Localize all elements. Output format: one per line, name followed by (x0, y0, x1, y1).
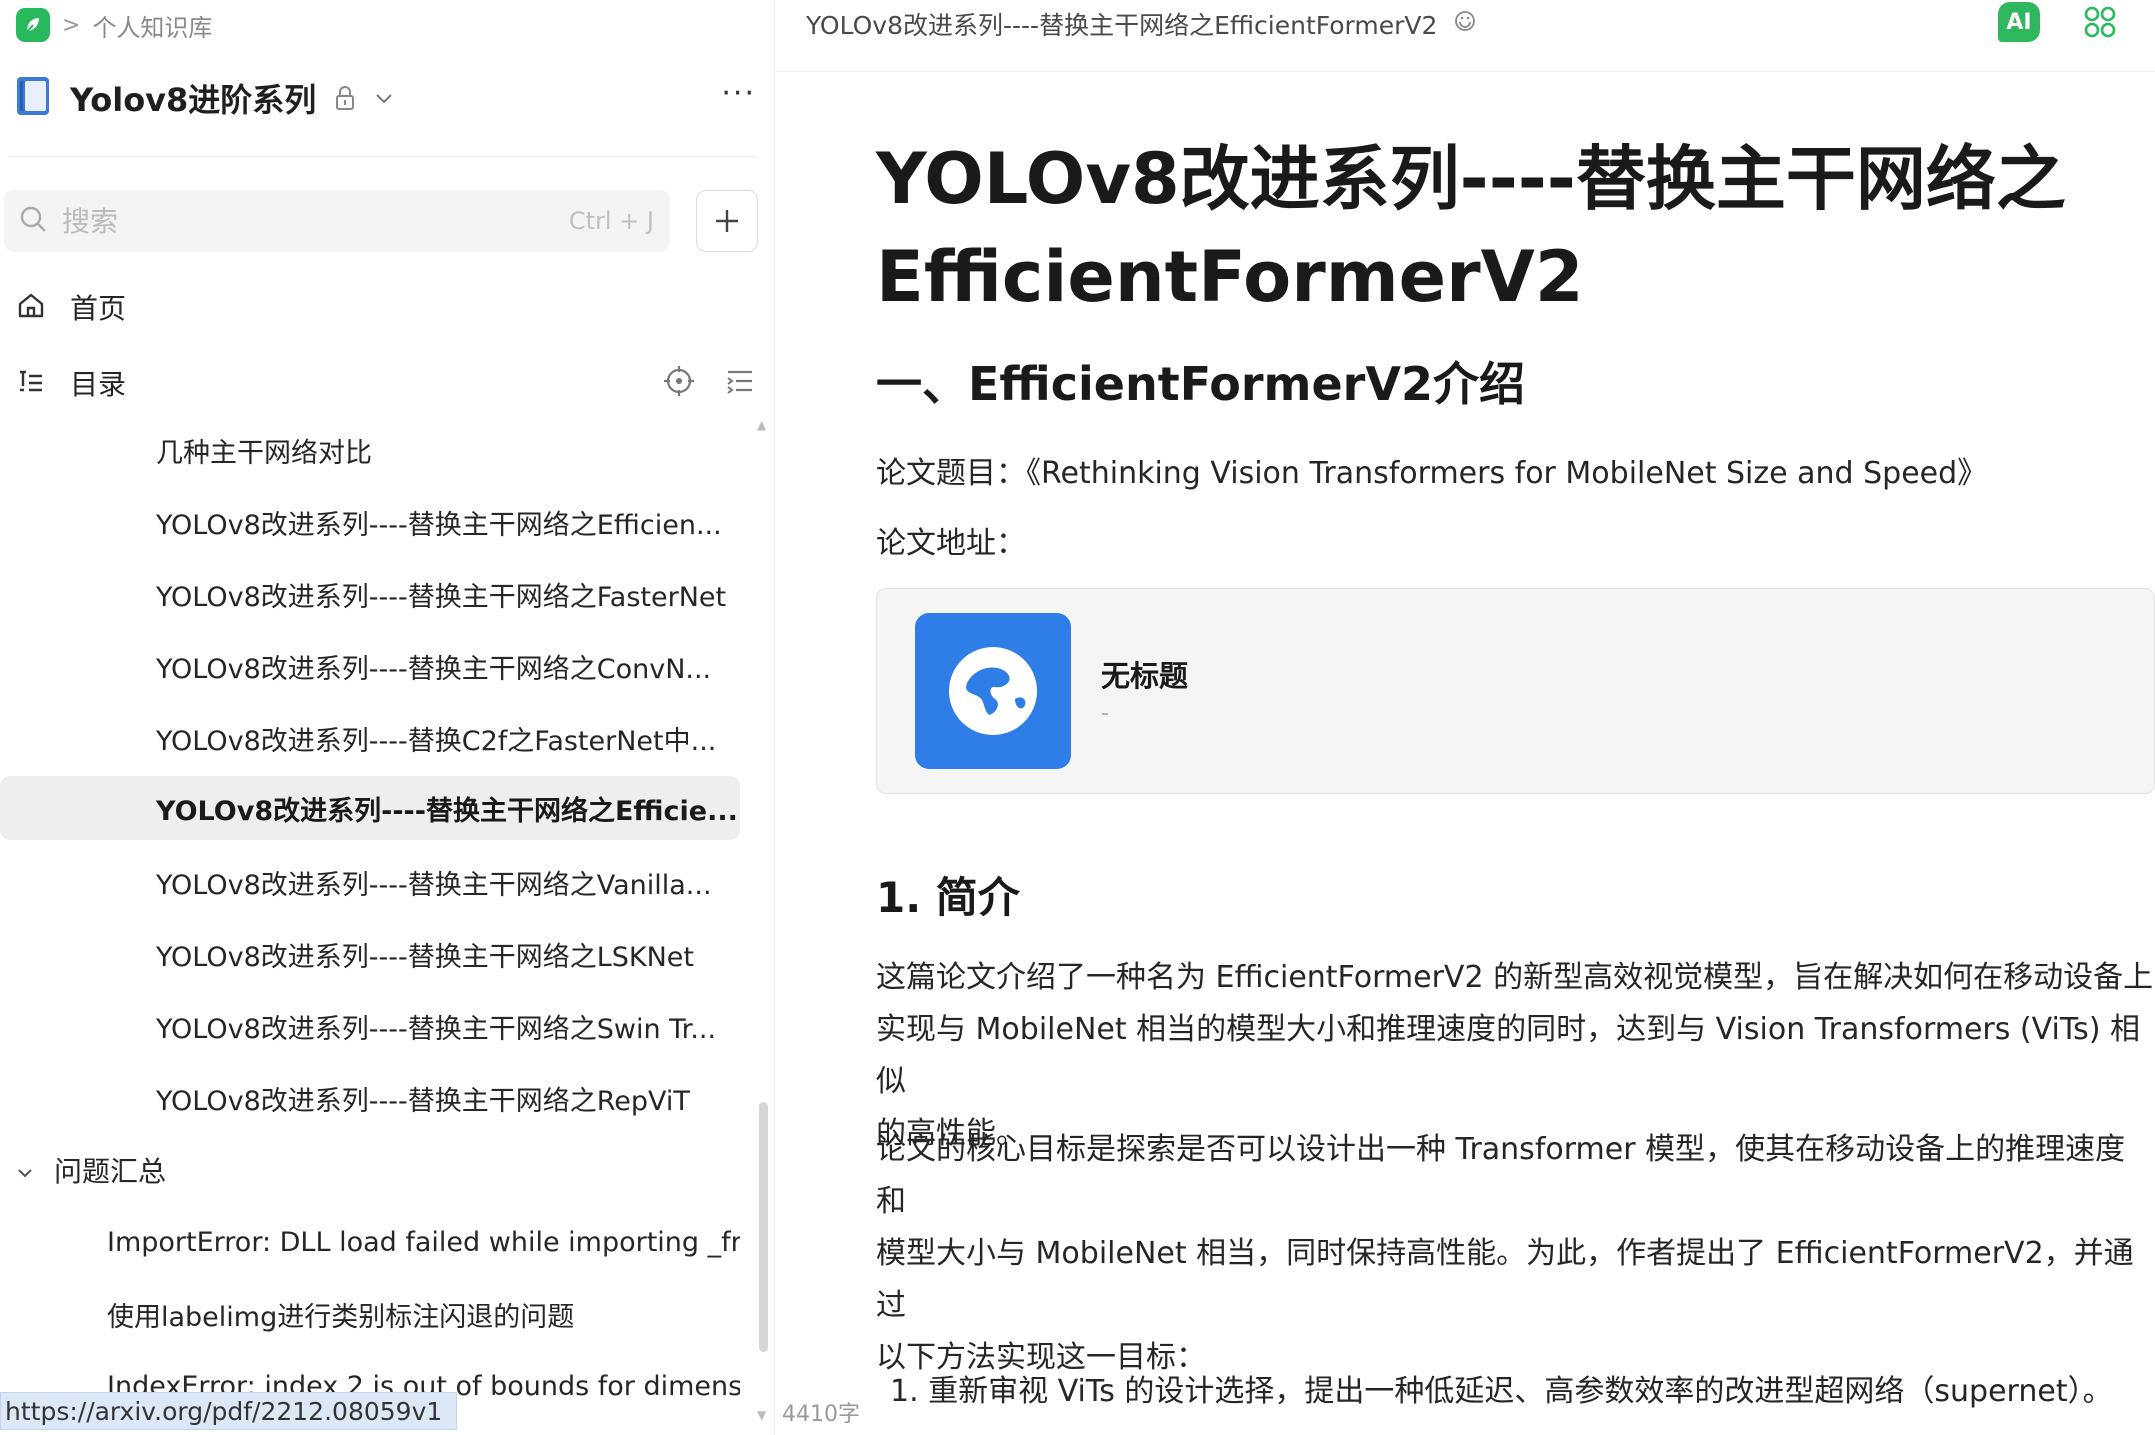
paper-address-label: 论文地址： (876, 526, 1026, 561)
doc-title: YOLOv8改进系列----替换主干网络之 EfficientFormerV2 (876, 130, 2155, 326)
apps-grid-icon[interactable] (2082, 4, 2118, 44)
outline-collapse-icon[interactable] (724, 365, 756, 401)
paragraph-2: 论文的核心目标是探索是否可以设计出一种 Transformer 模型，使其在移动… (876, 1124, 2155, 1384)
search-shortcut: Ctrl + J (568, 207, 654, 235)
toc-item[interactable]: YOLOv8改进系列----替换主干网络之RepViT (0, 1066, 740, 1130)
paragraph-2-line: 模型大小与 MobileNet 相当，同时保持高性能。为此，作者提出了 Effi… (876, 1236, 2134, 1323)
toc-item[interactable]: YOLOv8改进系列----替换主干网络之LSKNet (0, 922, 740, 986)
doc-path-title[interactable]: YOLOv8改进系列----替换主干网络之EfficientFormerV2 (806, 6, 1437, 42)
toc-item-active[interactable]: YOLOv8改进系列----替换主干网络之Efficie... (0, 776, 740, 840)
toc-item[interactable]: YOLOv8改进系列----替换主干网络之Swin Tr... (0, 994, 740, 1058)
toc-item[interactable]: YOLOv8改进系列----替换主干网络之ConvN... (0, 634, 740, 698)
locate-icon[interactable] (662, 364, 696, 402)
paragraph-1-line: 这篇论文介绍了一种名为 EfficientFormerV2 的新型高效视觉模型，… (876, 960, 2154, 995)
link-card-title: 无标题 (1101, 659, 1189, 693)
doc-topbar: YOLOv8改进系列----替换主干网络之EfficientFormerV2 A… (776, 0, 2155, 72)
link-card[interactable]: 无标题 - (876, 588, 2155, 794)
chevron-down-icon[interactable] (374, 91, 394, 105)
ordered-list-item: 1. 重新审视 ViTs 的设计选择，提出一种低延迟、高参数效率的改进型超网络（… (890, 1374, 2113, 1409)
toc-item[interactable]: YOLOv8改进系列----替换主干网络之FasterNet (0, 562, 740, 626)
paper-title: 论文题目：《Rethinking Vision Transformers for… (876, 456, 1988, 491)
plus-icon (716, 210, 738, 232)
toc-item[interactable]: YOLOv8改进系列----替换C2f之FasterNet中... (0, 706, 740, 770)
add-button[interactable] (696, 190, 758, 252)
lock-icon (334, 85, 356, 111)
doc-path: YOLOv8改进系列----替换主干网络之EfficientFormerV2 (806, 6, 1477, 42)
link-card-subtitle: - (1101, 701, 1109, 726)
toc-item[interactable]: YOLOv8改进系列----替换主干网络之Vanilla... (0, 850, 740, 914)
sidebar-divider (8, 156, 756, 157)
section-heading-overview: 1. 简介 (876, 873, 1020, 922)
book-title[interactable]: Yolov8进阶系列 (70, 75, 316, 121)
toc-group-issues[interactable]: 问题汇总 (0, 1138, 740, 1202)
main-content: YOLOv8改进系列----替换主干网络之EfficientFormerV2 A… (776, 0, 2155, 1435)
app-logo-icon[interactable] (16, 8, 50, 42)
sidebar: > 个人知识库 Yolov8进阶系列 ··· Ctrl + J 首页 (0, 0, 775, 1435)
toc-item[interactable]: ImportError: DLL load failed while impor… (0, 1210, 740, 1274)
search-box[interactable]: Ctrl + J (4, 190, 670, 252)
breadcrumb: > 个人知识库 (16, 8, 212, 42)
chevron-down-icon[interactable] (16, 1154, 34, 1187)
scroll-up-arrow-icon[interactable]: ▲ (757, 418, 766, 432)
paragraph-2-line: 论文的核心目标是探索是否可以设计出一种 Transformer 模型，使其在移动… (876, 1132, 2126, 1219)
globe-icon (915, 613, 1071, 769)
sidebar-item-toc-label: 目录 (70, 368, 127, 401)
breadcrumb-separator: > (62, 12, 81, 38)
book-icon (16, 76, 50, 120)
toc-icon (16, 366, 46, 400)
link-hover-status-url: https://arxiv.org/pdf/2212.08059v1 (0, 1392, 458, 1430)
toc-item[interactable]: YOLOv8改进系列----替换主干网络之Efficien... (0, 490, 740, 554)
doc-title-line2: EfficientFormerV2 (876, 236, 1584, 318)
ai-assistant-button[interactable]: AI (1998, 2, 2040, 42)
collaboration-icon[interactable] (1453, 9, 1477, 39)
search-input[interactable] (62, 204, 542, 238)
toc-item[interactable]: 几种主干网络对比 (0, 418, 740, 482)
book-header: Yolov8进阶系列 ··· (16, 70, 756, 126)
more-options-icon[interactable]: ··· (721, 79, 756, 109)
toc-group-label: 问题汇总 (54, 1155, 167, 1188)
breadcrumb-knowledge-base[interactable]: 个人知识库 (92, 8, 212, 43)
search-icon (18, 204, 48, 238)
sidebar-item-home-label: 首页 (70, 292, 127, 325)
sidebar-item-home[interactable]: 首页 (16, 282, 756, 332)
toc-item[interactable]: 使用labelimg进行类别标注闪退的问题 (0, 1282, 740, 1346)
word-count: 4410字 (782, 1402, 860, 1427)
sidebar-item-toc[interactable]: 目录 (16, 358, 756, 408)
home-icon (16, 290, 46, 324)
scroll-down-arrow-icon[interactable]: ▼ (757, 1408, 766, 1422)
sidebar-scrollbar-thumb[interactable] (759, 1102, 768, 1352)
paragraph-1-line: 实现与 MobileNet 相当的模型大小和推理速度的同时，达到与 Vision… (876, 1012, 2141, 1099)
section-heading-intro: 一、EfficientFormerV2介绍 (876, 357, 1525, 411)
doc-title-line1: YOLOv8改进系列----替换主干网络之 (876, 138, 2066, 220)
